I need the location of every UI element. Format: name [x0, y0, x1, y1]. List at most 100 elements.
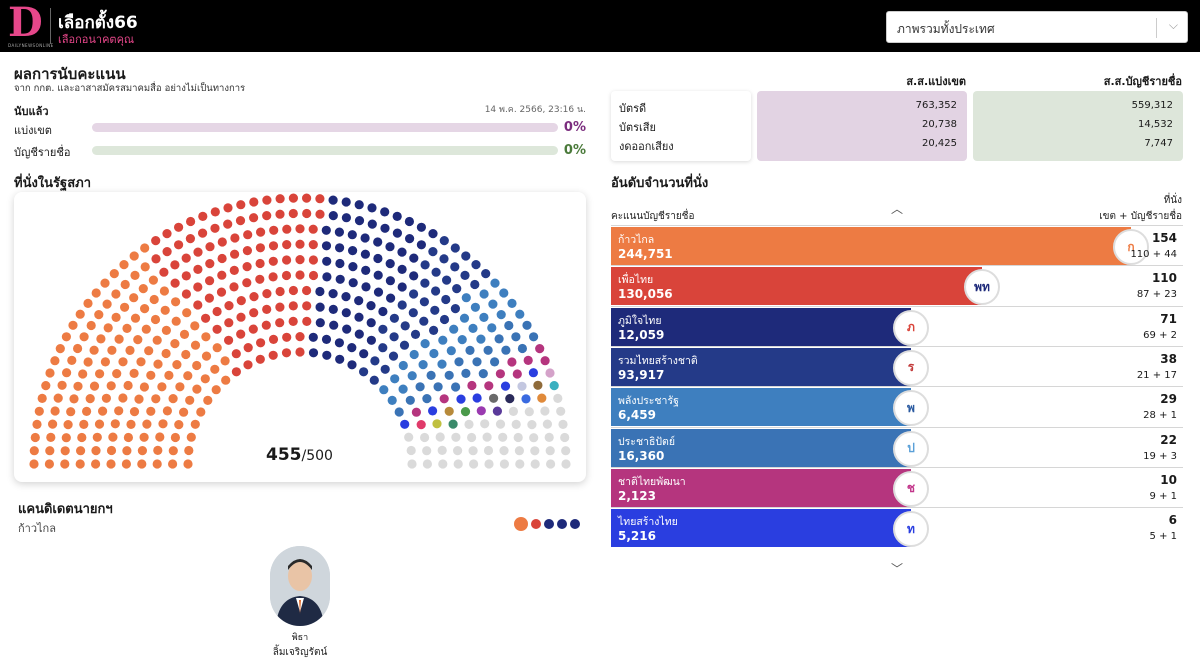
seat-dot — [61, 332, 71, 342]
seat-dot — [190, 419, 200, 429]
region-select-value: ภาพรวมทั้งประเทศ — [897, 22, 995, 36]
seat-dot — [508, 406, 518, 416]
seat-dot — [108, 432, 118, 442]
pager-dot[interactable] — [544, 519, 554, 529]
seat-dot — [243, 360, 253, 370]
seat-dot — [540, 356, 550, 366]
chevron-down-icon[interactable]: ⌵ — [1169, 18, 1178, 33]
seat-dot — [288, 285, 298, 296]
seat-dot — [185, 234, 195, 244]
seat-dot — [236, 200, 246, 210]
seat-dot — [152, 459, 162, 469]
seat-dot — [123, 432, 133, 443]
seat-dot — [220, 356, 230, 366]
seat-dot — [451, 382, 461, 392]
party-name: เพื่อไทย — [618, 274, 654, 287]
pager-dot[interactable] — [514, 517, 528, 531]
seat-dot — [181, 349, 191, 360]
party-row[interactable]: ก้าวไกล 244,751 ก 154 110 + 44 — [611, 225, 1183, 265]
seat-dot — [408, 308, 418, 318]
seat-dot — [161, 325, 171, 335]
party-row[interactable]: ไทยสร้างไทย 5,216 ท 6 5 + 1 — [611, 507, 1183, 548]
chevron-up-icon[interactable]: ︿ — [888, 200, 906, 216]
seat-dot — [373, 270, 383, 280]
seat-dot — [545, 446, 555, 456]
seat-dot — [479, 289, 489, 299]
seat-dot — [308, 332, 318, 342]
party-row[interactable]: พลังประชารัฐ 6,459 พ 29 28 + 1 — [611, 386, 1183, 427]
seat-dot — [140, 304, 150, 314]
party-bar: ภูมิใจไทย 12,059 — [611, 307, 911, 346]
no-vote-label: งดออกเสียง — [619, 140, 674, 153]
seat-dot — [103, 323, 113, 333]
seat-dot — [261, 320, 271, 330]
party-name: ประชาธิปัตย์ — [618, 435, 676, 448]
seat-dot — [75, 459, 85, 469]
seat-dot — [435, 432, 445, 442]
party-votes: 12,059 — [618, 327, 665, 342]
seat-dot — [57, 380, 67, 390]
seat-dot — [416, 222, 426, 232]
seat-dot — [329, 320, 339, 330]
seat-dot — [68, 320, 78, 330]
seat-dot — [126, 419, 136, 429]
seat-dot — [328, 289, 338, 299]
seat-dot — [476, 406, 486, 416]
pager-dot[interactable] — [557, 519, 567, 529]
party-row[interactable]: ประชาธิปัตย์ 16,360 ป 22 19 + 3 — [611, 426, 1183, 467]
region-select[interactable]: ภาพรวมทั้งประเทศ ⌵ — [886, 11, 1188, 43]
party-row[interactable]: เพื่อไทย 130,056 พท 110 87 + 23 — [611, 265, 1183, 306]
seat-dot — [315, 286, 325, 297]
seat-dot — [308, 240, 318, 250]
seat-dot — [464, 419, 474, 429]
seat-dot — [193, 264, 203, 274]
seat-dot — [522, 320, 532, 330]
chevron-down-icon[interactable]: ﹀ — [888, 560, 906, 576]
seat-dot — [422, 446, 432, 456]
seat-dot — [146, 370, 156, 380]
seat-dot — [73, 343, 83, 354]
seat-dot — [380, 364, 390, 374]
seat-dot — [470, 279, 480, 290]
seat-dot — [341, 213, 351, 223]
seat-dot — [111, 289, 121, 299]
party-name: รวมไทยสร้างชาติ — [618, 354, 698, 367]
seat-dot — [470, 302, 480, 312]
seat-dot — [210, 207, 220, 217]
seat-dot — [354, 200, 364, 210]
seat-dot — [98, 406, 108, 416]
seat-dot — [217, 270, 227, 280]
seat-dot — [512, 369, 522, 379]
seat-dot — [494, 334, 504, 344]
seat-dot — [537, 393, 547, 403]
dailynews-logo[interactable]: D DAILYNEWSONLINE — [8, 1, 53, 49]
pager-dot[interactable] — [531, 519, 541, 529]
seat-dot — [438, 335, 448, 345]
party-row[interactable]: ชาติไทยพัฒนา 2,123 ช 10 9 + 1 — [611, 466, 1183, 507]
seat-dot — [460, 270, 470, 280]
seat-dot — [183, 371, 193, 381]
seat-dot — [515, 309, 525, 319]
party-votes: 244,751 — [618, 247, 673, 261]
seat-dot — [262, 289, 272, 299]
seat-dot — [275, 194, 285, 204]
seat-dot — [268, 256, 278, 266]
seat-dot — [85, 394, 95, 404]
parliament-hemicycle — [29, 193, 571, 469]
seat-dot — [397, 247, 407, 257]
seat-dot — [429, 348, 439, 359]
pager-dot[interactable] — [570, 519, 580, 529]
seat-dot — [511, 332, 521, 342]
seat-dot — [288, 193, 298, 203]
candidate-avatar[interactable] — [270, 546, 330, 626]
candidate-pager[interactable] — [514, 517, 580, 531]
seat-dot — [268, 334, 279, 344]
seat-dot — [174, 420, 184, 430]
seat-dot — [168, 446, 178, 456]
seat-dot — [460, 407, 471, 417]
party-row[interactable]: ภูมิใจไทย 12,059 ภ 71 69 + 2 — [611, 305, 1183, 346]
seat-dot — [185, 395, 195, 405]
party-row[interactable]: รวมไทยสร้างชาติ 93,917 ร 38 21 + 17 — [611, 345, 1183, 386]
seat-dot — [335, 274, 345, 284]
seat-dot — [229, 265, 239, 275]
